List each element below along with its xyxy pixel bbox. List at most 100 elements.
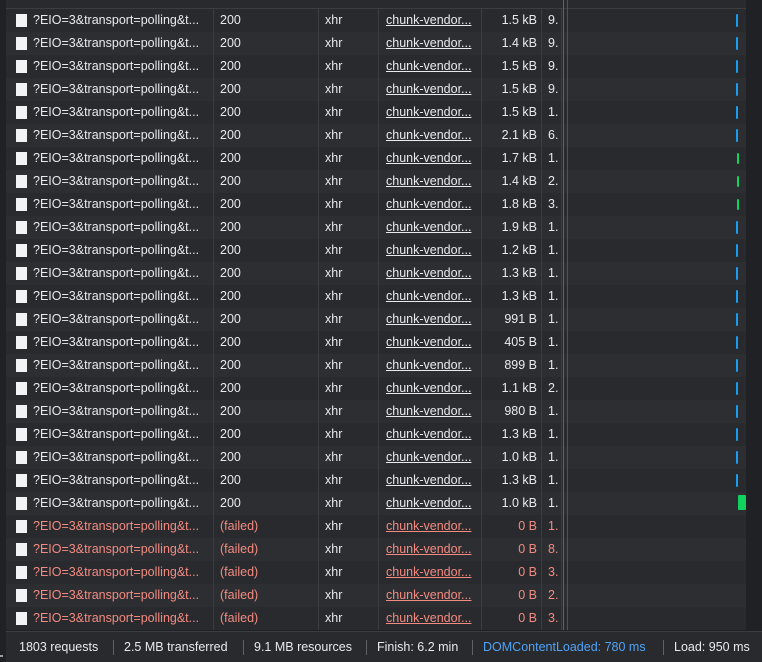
initiator-link[interactable]: chunk-vendor... <box>386 611 471 625</box>
initiator-link[interactable]: chunk-vendor... <box>386 82 471 96</box>
request-name-cell[interactable]: ?EIO=3&transport=polling&t... <box>6 101 214 124</box>
waterfall-bar[interactable] <box>736 428 738 441</box>
waterfall-bar[interactable] <box>736 37 738 50</box>
initiator-link[interactable]: chunk-vendor... <box>386 588 471 602</box>
request-name-cell[interactable]: ?EIO=3&transport=polling&t... <box>6 285 214 308</box>
initiator-link[interactable]: chunk-vendor... <box>386 312 471 326</box>
request-name-cell[interactable]: ?EIO=3&transport=polling&t... <box>6 9 214 32</box>
table-row[interactable]: ?EIO=3&transport=polling&t... 200 xhr chunk… <box>6 55 762 78</box>
initiator-link[interactable]: chunk-vendor... <box>386 358 471 372</box>
table-row[interactable]: ?EIO=3&transport=polling&t... 200 xhr chunk… <box>6 492 762 515</box>
waterfall-bar[interactable] <box>736 267 738 280</box>
request-name-cell[interactable]: ?EIO=3&transport=polling&t... <box>6 216 214 239</box>
request-name-cell[interactable]: ?EIO=3&transport=polling&t... <box>6 377 214 400</box>
request-name-cell[interactable]: ?EIO=3&transport=polling&t... <box>6 147 214 170</box>
table-row[interactable]: ?EIO=3&transport=polling&t... 200 xhr chunk… <box>6 193 762 216</box>
initiator-link[interactable]: chunk-vendor... <box>386 13 471 27</box>
table-row[interactable]: ?EIO=3&transport=polling&t... (failed) xhr… <box>6 607 762 630</box>
initiator-link[interactable]: chunk-vendor... <box>386 197 471 211</box>
initiator-link[interactable]: chunk-vendor... <box>386 427 471 441</box>
initiator-link[interactable]: chunk-vendor... <box>386 59 471 73</box>
table-row[interactable]: ?EIO=3&transport=polling&t... 200 xhr chunk… <box>6 354 762 377</box>
request-name-cell[interactable]: ?EIO=3&transport=polling&t... <box>6 354 214 377</box>
waterfall-bar[interactable] <box>736 83 738 96</box>
initiator-link[interactable]: chunk-vendor... <box>386 519 471 533</box>
request-name-cell[interactable]: ?EIO=3&transport=polling&t... <box>6 561 214 584</box>
initiator-link[interactable]: chunk-vendor... <box>386 404 471 418</box>
request-name-cell[interactable]: ?EIO=3&transport=polling&t... <box>6 538 214 561</box>
request-name-cell[interactable]: ?EIO=3&transport=polling&t... <box>6 331 214 354</box>
table-row[interactable]: ?EIO=3&transport=polling&t... 200 xhr chunk… <box>6 262 762 285</box>
initiator-link[interactable]: chunk-vendor... <box>386 450 471 464</box>
table-row[interactable]: ?EIO=3&transport=polling&t... (failed) xhr… <box>6 515 762 538</box>
waterfall-bar[interactable] <box>736 60 738 73</box>
waterfall-bar[interactable] <box>736 244 738 257</box>
initiator-link[interactable]: chunk-vendor... <box>386 335 471 349</box>
request-name-cell[interactable]: ?EIO=3&transport=polling&t... <box>6 423 214 446</box>
table-row[interactable]: ?EIO=3&transport=polling&t... (failed) xhr… <box>6 538 762 561</box>
table-row[interactable]: ?EIO=3&transport=polling&t... 200 xhr chunk… <box>6 308 762 331</box>
initiator-link[interactable]: chunk-vendor... <box>386 243 471 257</box>
request-name-cell[interactable]: ?EIO=3&transport=polling&t... <box>6 492 214 515</box>
table-row[interactable]: ?EIO=3&transport=polling&t... 200 xhr chunk… <box>6 331 762 354</box>
request-name-cell[interactable]: ?EIO=3&transport=polling&t... <box>6 446 214 469</box>
waterfall-bar[interactable] <box>736 106 738 119</box>
table-row[interactable]: ?EIO=3&transport=polling&t... 200 xhr chunk… <box>6 423 762 446</box>
initiator-link[interactable]: chunk-vendor... <box>386 220 471 234</box>
initiator-link[interactable]: chunk-vendor... <box>386 473 471 487</box>
initiator-link[interactable]: chunk-vendor... <box>386 565 471 579</box>
request-name-cell[interactable]: ?EIO=3&transport=polling&t... <box>6 32 214 55</box>
scrollbar-track[interactable] <box>746 0 762 630</box>
initiator-link[interactable]: chunk-vendor... <box>386 36 471 50</box>
request-name-cell[interactable]: ?EIO=3&transport=polling&t... <box>6 308 214 331</box>
initiator-link[interactable]: chunk-vendor... <box>386 381 471 395</box>
table-row[interactable]: ?EIO=3&transport=polling&t... 200 xhr chunk… <box>6 147 762 170</box>
initiator-link[interactable]: chunk-vendor... <box>386 289 471 303</box>
table-row[interactable]: ?EIO=3&transport=polling&t... (failed) xhr… <box>6 584 762 607</box>
initiator-link[interactable]: chunk-vendor... <box>386 266 471 280</box>
waterfall-bar[interactable] <box>736 451 738 464</box>
table-row[interactable]: ?EIO=3&transport=polling&t... 200 xhr chunk… <box>6 216 762 239</box>
table-row[interactable]: ?EIO=3&transport=polling&t... 200 xhr chunk… <box>6 9 762 32</box>
waterfall-bar[interactable] <box>736 382 738 395</box>
waterfall-bar[interactable] <box>737 153 739 164</box>
table-row[interactable]: ?EIO=3&transport=polling&t... 200 xhr chunk… <box>6 124 762 147</box>
request-name-cell[interactable]: ?EIO=3&transport=polling&t... <box>6 193 214 216</box>
table-row[interactable]: ?EIO=3&transport=polling&t... 200 xhr chunk… <box>6 239 762 262</box>
request-name-cell[interactable]: ?EIO=3&transport=polling&t... <box>6 262 214 285</box>
initiator-link[interactable]: chunk-vendor... <box>386 128 471 142</box>
initiator-link[interactable]: chunk-vendor... <box>386 151 471 165</box>
table-row[interactable]: ?EIO=3&transport=polling&t... (failed) xhr… <box>6 561 762 584</box>
initiator-link[interactable]: chunk-vendor... <box>386 542 471 556</box>
waterfall-bar[interactable] <box>737 176 739 187</box>
waterfall-bar[interactable] <box>736 221 738 234</box>
waterfall-bar[interactable] <box>736 474 738 487</box>
table-row[interactable]: ?EIO=3&transport=polling&t... 200 xhr chunk… <box>6 377 762 400</box>
waterfall-bar[interactable] <box>736 14 738 27</box>
waterfall-bar[interactable] <box>738 495 746 510</box>
request-name-cell[interactable]: ?EIO=3&transport=polling&t... <box>6 607 214 630</box>
request-name-cell[interactable]: ?EIO=3&transport=polling&t... <box>6 78 214 101</box>
initiator-link[interactable]: chunk-vendor... <box>386 496 471 510</box>
table-row[interactable]: ?EIO=3&transport=polling&t... 200 xhr chunk… <box>6 469 762 492</box>
request-name-cell[interactable]: ?EIO=3&transport=polling&t... <box>6 515 214 538</box>
table-row[interactable]: ?EIO=3&transport=polling&t... 200 xhr chunk… <box>6 170 762 193</box>
request-name-cell[interactable]: ?EIO=3&transport=polling&t... <box>6 170 214 193</box>
table-row[interactable]: ?EIO=3&transport=polling&t... 200 xhr chunk… <box>6 101 762 124</box>
waterfall-bar[interactable] <box>736 359 738 372</box>
request-name-cell[interactable]: ?EIO=3&transport=polling&t... <box>6 469 214 492</box>
table-row[interactable]: ?EIO=3&transport=polling&t... 200 xhr chunk… <box>6 400 762 423</box>
table-row[interactable]: ?EIO=3&transport=polling&t... 200 xhr chunk… <box>6 446 762 469</box>
waterfall-bar[interactable] <box>736 290 738 303</box>
request-name-cell[interactable]: ?EIO=3&transport=polling&t... <box>6 55 214 78</box>
waterfall-bar[interactable] <box>736 405 738 418</box>
waterfall-bar[interactable] <box>736 129 738 142</box>
table-row[interactable]: ?EIO=3&transport=polling&t... 200 xhr chunk… <box>6 78 762 101</box>
request-name-cell[interactable]: ?EIO=3&transport=polling&t... <box>6 584 214 607</box>
table-row[interactable]: ?EIO=3&transport=polling&t... 200 xhr chunk… <box>6 285 762 308</box>
table-row[interactable]: ?EIO=3&transport=polling&t... 200 xhr chunk… <box>6 32 762 55</box>
waterfall-bar[interactable] <box>736 336 738 349</box>
waterfall-bar[interactable] <box>736 313 738 326</box>
request-name-cell[interactable]: ?EIO=3&transport=polling&t... <box>6 239 214 262</box>
initiator-link[interactable]: chunk-vendor... <box>386 174 471 188</box>
